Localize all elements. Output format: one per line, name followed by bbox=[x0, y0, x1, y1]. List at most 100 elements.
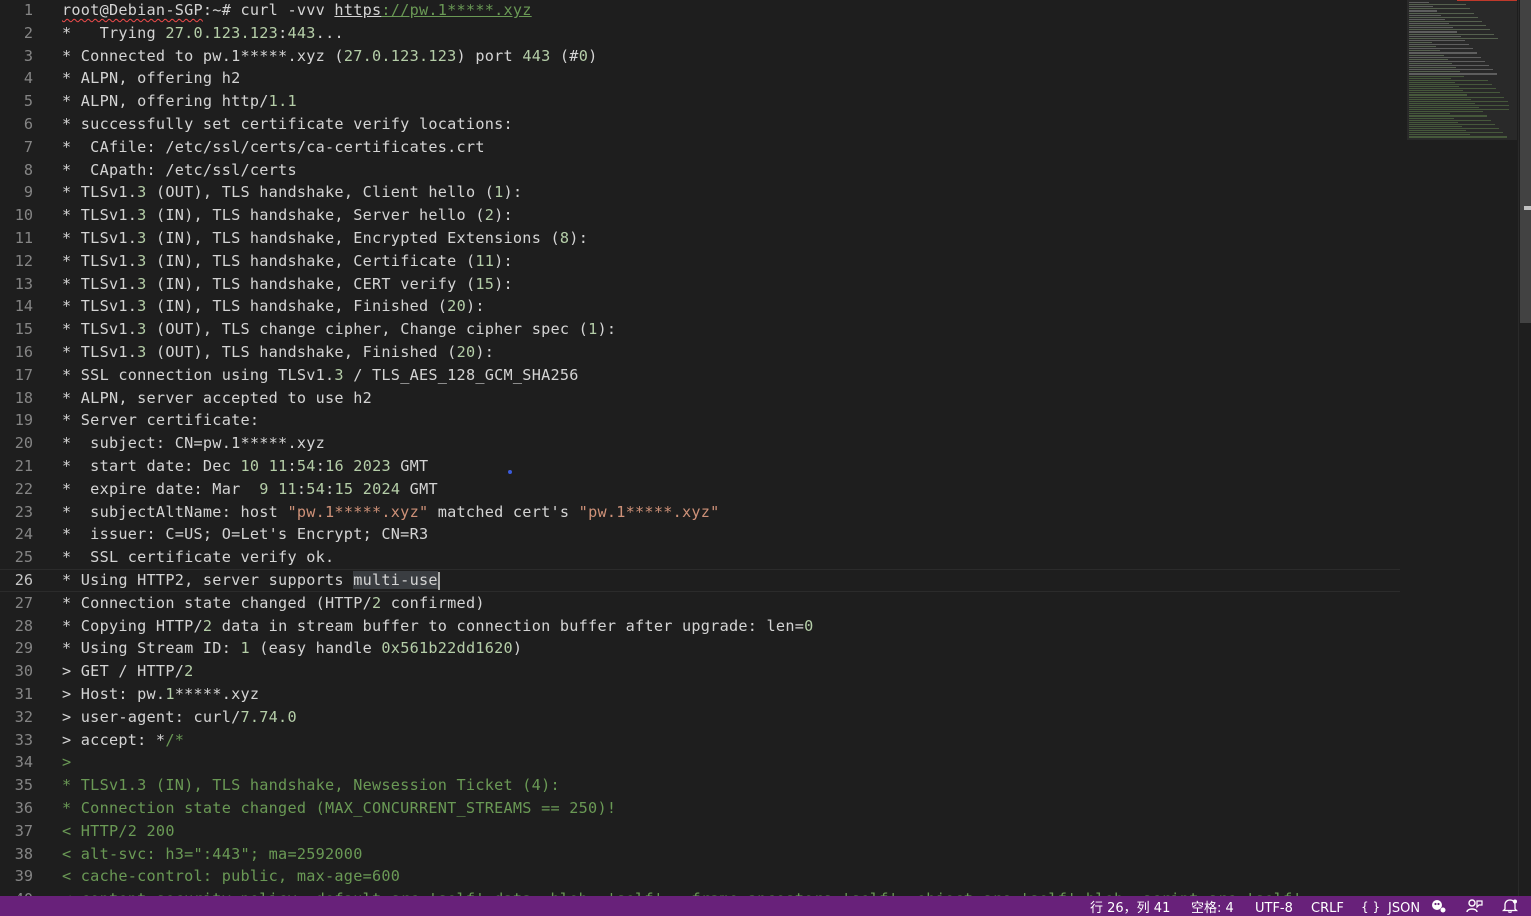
code-line[interactable]: 2 * Trying 27.0.123.123:443... bbox=[0, 22, 1400, 45]
line-content[interactable]: > accept: */* bbox=[62, 729, 184, 752]
code-line[interactable]: 4 * ALPN, offering h2 bbox=[0, 67, 1400, 90]
code-line[interactable]: 29 * Using Stream ID: 1 (easy handle 0x56… bbox=[0, 637, 1400, 660]
code-line[interactable]: 40 < content-security-policy: default-src… bbox=[0, 888, 1400, 896]
line-content[interactable]: < cache-control: public, max-age=600 bbox=[62, 865, 400, 888]
code-line[interactable]: 9 * TLSv1.3 (OUT), TLS handshake, Client … bbox=[0, 181, 1400, 204]
line-content[interactable]: * TLSv1.3 (OUT), TLS handshake, Client h… bbox=[62, 181, 522, 204]
code-line[interactable]: 10 * TLSv1.3 (IN), TLS handshake, Server … bbox=[0, 204, 1400, 227]
minimap[interactable] bbox=[1407, 0, 1517, 896]
feedback-icon[interactable] bbox=[1466, 899, 1483, 913]
line-content[interactable]: * TLSv1.3 (OUT), TLS handshake, Finished… bbox=[62, 341, 494, 364]
code-line[interactable]: 23 * subjectAltName: host "pw.1*****.xyz"… bbox=[0, 501, 1400, 524]
encoding-setting[interactable]: UTF-8 bbox=[1255, 896, 1293, 916]
line-content[interactable]: > GET / HTTP/2 bbox=[62, 660, 194, 683]
code-line[interactable]: 38 < alt-svc: h3=":443"; ma=2592000 bbox=[0, 843, 1400, 866]
line-content[interactable]: * issuer: C=US; O=Let's Encrypt; CN=R3 bbox=[62, 523, 428, 546]
scrollbar-thumb[interactable] bbox=[1520, 0, 1531, 323]
line-content[interactable]: > Host: pw.1*****.xyz bbox=[62, 683, 259, 706]
line-content[interactable]: * TLSv1.3 (OUT), TLS change cipher, Chan… bbox=[62, 318, 616, 341]
code-line[interactable]: 18 * ALPN, server accepted to use h2 bbox=[0, 387, 1400, 410]
code-line[interactable]: 26 * Using HTTP2, server supports multi-u… bbox=[0, 569, 1400, 592]
line-number: 33 bbox=[14, 730, 33, 749]
line-content[interactable]: * subject: CN=pw.1*****.xyz bbox=[62, 432, 325, 455]
code-line[interactable]: 24 * issuer: C=US; O=Let's Encrypt; CN=R3 bbox=[0, 523, 1400, 546]
line-content[interactable]: * subjectAltName: host "pw.1*****.xyz" m… bbox=[62, 501, 720, 524]
minimap-line bbox=[1409, 6, 1433, 8]
code-line[interactable]: 6 * successfully set certificate verify l… bbox=[0, 113, 1400, 136]
code-line[interactable]: 14 * TLSv1.3 (IN), TLS handshake, Finishe… bbox=[0, 295, 1400, 318]
line-content[interactable]: * successfully set certificate verify lo… bbox=[62, 113, 513, 136]
line-content[interactable]: * Using HTTP2, server supports multi-use bbox=[62, 570, 440, 591]
line-content[interactable]: * Connected to pw.1*****.xyz (27.0.123.1… bbox=[62, 45, 598, 68]
line-content[interactable]: * TLSv1.3 (IN), TLS handshake, Certifica… bbox=[62, 250, 513, 273]
line-content[interactable]: * Connection state changed (MAX_CONCURRE… bbox=[62, 797, 616, 820]
editor-area[interactable]: 1 root@Debian-SGP:~# curl -vvv https://pw… bbox=[0, 0, 1531, 896]
code-line[interactable]: 15 * TLSv1.3 (OUT), TLS change cipher, Ch… bbox=[0, 318, 1400, 341]
line-content[interactable]: * TLSv1.3 (IN), TLS handshake, Finished … bbox=[62, 295, 485, 318]
code-line[interactable]: 25 * SSL certificate verify ok. bbox=[0, 546, 1400, 569]
indentation-setting[interactable]: 空格: 4 bbox=[1191, 896, 1234, 916]
code-line[interactable]: 36 * Connection state changed (MAX_CONCUR… bbox=[0, 797, 1400, 820]
code-token: * issuer: C=US; O=Let's Encrypt; CN=R3 bbox=[62, 525, 429, 544]
code-token: :~# curl -vvv bbox=[202, 1, 335, 19]
line-content[interactable]: < HTTP/2 200 bbox=[62, 820, 175, 843]
line-content[interactable]: * start date: Dec 10 11:54:16 2023 GMT bbox=[62, 455, 428, 478]
code-line[interactable]: 30 > GET / HTTP/2 bbox=[0, 660, 1400, 683]
line-content[interactable]: * Copying HTTP/2 data in stream buffer t… bbox=[62, 615, 814, 638]
bell-icon[interactable] bbox=[1502, 899, 1518, 913]
line-content[interactable]: * TLSv1.3 (IN), TLS handshake, CERT veri… bbox=[62, 273, 513, 296]
code-line[interactable]: 1 root@Debian-SGP:~# curl -vvv https://pw… bbox=[0, 0, 1400, 22]
code-token: 8 bbox=[559, 229, 570, 247]
line-content[interactable]: * TLSv1.3 (IN), TLS handshake, Newsessio… bbox=[62, 774, 560, 797]
line-content[interactable]: * Connection state changed (HTTP/2 confi… bbox=[62, 592, 485, 615]
code-line[interactable]: 19 * Server certificate: bbox=[0, 409, 1400, 432]
code-line[interactable]: 35 * TLSv1.3 (IN), TLS handshake, Newsess… bbox=[0, 774, 1400, 797]
line-content[interactable]: * SSL certificate verify ok. bbox=[62, 546, 334, 569]
line-content[interactable]: * Using Stream ID: 1 (easy handle 0x561b… bbox=[62, 637, 522, 660]
code-line[interactable]: 27 * Connection state changed (HTTP/2 con… bbox=[0, 592, 1400, 615]
code-line[interactable]: 37 < HTTP/2 200 bbox=[0, 820, 1400, 843]
language-mode[interactable]: JSON bbox=[1388, 896, 1420, 916]
code-line[interactable]: 34 > bbox=[0, 751, 1400, 774]
line-content[interactable]: * ALPN, offering http/1.1 bbox=[62, 90, 297, 113]
cursor-position[interactable]: 行 26，列 41 bbox=[1090, 896, 1170, 916]
code-line[interactable]: 31 > Host: pw.1*****.xyz bbox=[0, 683, 1400, 706]
code-line[interactable]: 20 * subject: CN=pw.1*****.xyz bbox=[0, 432, 1400, 455]
line-content[interactable]: < alt-svc: h3=":443"; ma=2592000 bbox=[62, 843, 363, 866]
code-line[interactable]: 7 * CAfile: /etc/ssl/certs/ca-certificate… bbox=[0, 136, 1400, 159]
code-lines[interactable]: 1 root@Debian-SGP:~# curl -vvv https://pw… bbox=[0, 0, 1400, 896]
line-content[interactable]: * Trying 27.0.123.123:443... bbox=[62, 22, 344, 45]
line-content[interactable]: > user-agent: curl/7.74.0 bbox=[62, 706, 297, 729]
line-content[interactable]: * CAfile: /etc/ssl/certs/ca-certificates… bbox=[62, 136, 485, 159]
vertical-scrollbar[interactable] bbox=[1518, 0, 1531, 896]
code-line[interactable]: 17 * SSL connection using TLSv1.3 / TLS_A… bbox=[0, 364, 1400, 387]
line-content[interactable]: * CApath: /etc/ssl/certs bbox=[62, 159, 297, 182]
code-line[interactable]: 32 > user-agent: curl/7.74.0 bbox=[0, 706, 1400, 729]
code-line[interactable]: 13 * TLSv1.3 (IN), TLS handshake, CERT ve… bbox=[0, 273, 1400, 296]
code-line[interactable]: 5 * ALPN, offering http/1.1 bbox=[0, 90, 1400, 113]
line-content[interactable]: < content-security-policy: default-src '… bbox=[62, 888, 1302, 896]
line-content[interactable]: * expire date: Mar 9 11:54:15 2024 GMT bbox=[62, 478, 438, 501]
code-line[interactable]: 8 * CApath: /etc/ssl/certs bbox=[0, 159, 1400, 182]
line-content[interactable]: * ALPN, server accepted to use h2 bbox=[62, 387, 372, 410]
code-line[interactable]: 33 > accept: */* bbox=[0, 729, 1400, 752]
code-token: 20 bbox=[456, 343, 476, 361]
code-line[interactable]: 39 < cache-control: public, max-age=600 bbox=[0, 865, 1400, 888]
line-content[interactable]: * TLSv1.3 (IN), TLS handshake, Server he… bbox=[62, 204, 513, 227]
line-content[interactable]: > bbox=[62, 751, 71, 774]
code-line[interactable]: 11 * TLSv1.3 (IN), TLS handshake, Encrypt… bbox=[0, 227, 1400, 250]
code-line[interactable]: 21 * start date: Dec 10 11:54:16 2023 GMT bbox=[0, 455, 1400, 478]
line-content[interactable]: * ALPN, offering h2 bbox=[62, 67, 240, 90]
line-content[interactable]: * Server certificate: bbox=[62, 409, 259, 432]
line-content[interactable]: root@Debian-SGP:~# curl -vvv https://pw.… bbox=[62, 0, 532, 22]
code-line[interactable]: 12 * TLSv1.3 (IN), TLS handshake, Certifi… bbox=[0, 250, 1400, 273]
code-line[interactable]: 16 * TLSv1.3 (OUT), TLS handshake, Finish… bbox=[0, 341, 1400, 364]
copilot-icon[interactable] bbox=[1431, 899, 1447, 913]
code-line[interactable]: 22 * expire date: Mar 9 11:54:15 2024 GMT bbox=[0, 478, 1400, 501]
code-line[interactable]: 28 * Copying HTTP/2 data in stream buffer… bbox=[0, 615, 1400, 638]
line-content[interactable]: * TLSv1.3 (IN), TLS handshake, Encrypted… bbox=[62, 227, 588, 250]
code-line[interactable]: 3 * Connected to pw.1*****.xyz (27.0.123.… bbox=[0, 45, 1400, 68]
line-content[interactable]: * SSL connection using TLSv1.3 / TLS_AES… bbox=[62, 364, 579, 387]
eol-setting[interactable]: CRLF bbox=[1311, 896, 1344, 916]
